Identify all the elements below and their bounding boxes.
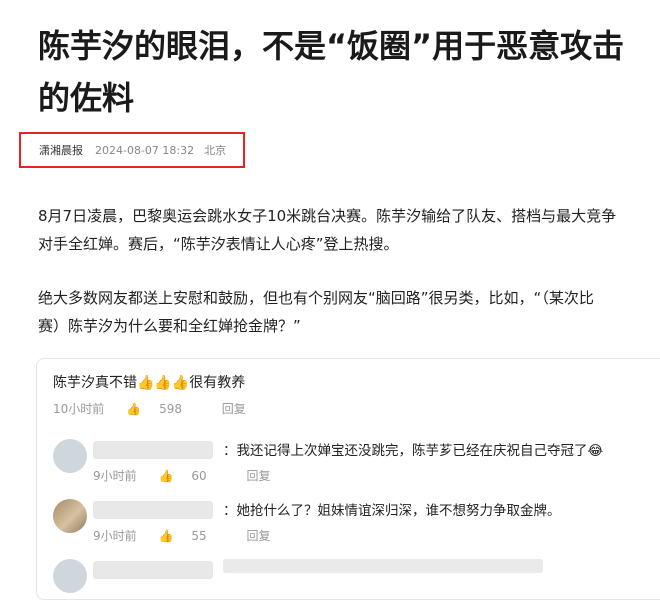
blurred-username [93,561,213,579]
comment-time: 10小时前 [53,402,105,416]
paragraph-2-line-1: 绝大多数网友都送上安慰和鼓励，但也有个别网友“脑回路”很另类，比如，“（某次比 [38,289,594,307]
paragraph-2-line-2: 赛）陈芋汐为什么要和全红婵抢金牌？” [38,317,301,335]
thumbs-up-emoji: 👍👍👍 [137,375,190,391]
like-button[interactable]: 👍 55 [158,529,224,543]
reply-text: ：我还记得上次婵宝还没跳完，陈芋芗已经在庆祝自己夺冠了😂 [223,443,604,459]
main-comment-text: 陈芋汐真不错👍👍👍很有教养 [53,372,264,392]
reply-text: ：她抢什么了？姐妹情谊深归深，谁不想努力争取金牌。 [223,503,561,519]
title-line-2: 的佐料 [38,79,135,117]
reply-button[interactable]: 回复 [222,402,246,416]
reply-time: 9小时前 [93,469,137,483]
reply-meta: 9小时前 👍 55 回复 [93,527,289,544]
like-count: 598 [159,402,182,416]
thumbs-up-icon: 👍 [158,529,174,543]
like-count: 55 [191,529,207,543]
thumbs-up-icon: 👍 [158,469,174,483]
avatar[interactable] [53,499,87,533]
main-comment-text-b: 很有教养 [189,375,246,391]
comment-screenshot: 陈芋汐真不错👍👍👍很有教养 10小时前 👍 598 回复 ：我还记得上次婵宝还没跳… [36,358,660,600]
main-comment-text-a: 陈芋汐真不错 [53,375,137,391]
paragraph-1: 8月7日凌晨，巴黎奥运会跳水女子10米跳台决赛。陈芋汐输给了队友、搭档与最大竞争… [38,202,660,258]
reply-meta: 9小时前 👍 60 回复 [93,467,289,484]
article-title: 陈芋汐的眼泪，不是“饭圈”用于恶意攻击 的佐料 [38,20,660,124]
reply-button[interactable]: 回复 [247,469,271,483]
reply-time: 9小时前 [93,529,137,543]
paragraph-1-line-2: 对手全红婵。赛后，“陈芋汐表情让人心疼”登上热搜。 [38,235,399,253]
cropped-reply-text [223,559,543,573]
source-info: 潇湘晨报 2024-08-07 18:32 北京 [19,132,245,168]
blurred-username [93,441,213,459]
thumbs-up-icon: 👍 [126,402,142,416]
paragraph-2: 绝大多数网友都送上安慰和鼓励，但也有个别网友“脑回路”很另类，比如，“（某次比 … [38,284,660,340]
avatar[interactable] [53,559,87,593]
avatar[interactable] [53,439,87,473]
publisher-name[interactable]: 潇湘晨报 [39,142,83,158]
like-count: 60 [191,469,207,483]
main-comment: 陈芋汐真不错👍👍👍很有教养 10小时前 👍 598 回复 [53,372,264,417]
publish-location: 北京 [204,144,227,157]
like-button[interactable]: 👍 598 [126,402,200,416]
publish-time: 2024-08-07 18:32 [95,143,195,157]
blurred-username [93,501,213,519]
like-button[interactable]: 👍 60 [158,469,224,483]
title-line-1: 陈芋汐的眼泪，不是“饭圈”用于恶意攻击 [38,27,625,65]
paragraph-1-line-1: 8月7日凌晨，巴黎奥运会跳水女子10米跳台决赛。陈芋汐输给了队友、搭档与最大竞争 [38,207,617,225]
reply-button[interactable]: 回复 [247,529,271,543]
main-comment-meta: 10小时前 👍 598 回复 [53,400,264,417]
